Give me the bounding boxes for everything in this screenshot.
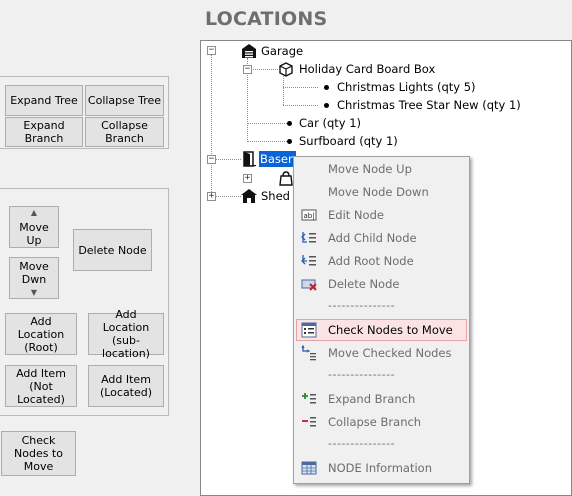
delete-node-button[interactable]: Delete Node — [73, 229, 152, 271]
menu-item-move-checked-nodes[interactable]: Move Checked Nodes — [296, 342, 467, 364]
bullet-icon — [324, 85, 329, 90]
menu-separator: --------------- — [328, 299, 396, 312]
move-up-button[interactable]: ▲ Move Up — [9, 206, 59, 248]
bullet-icon — [287, 139, 292, 144]
collapse-toggle[interactable]: − — [207, 155, 216, 164]
tree-line — [215, 196, 241, 197]
tree-node-basement[interactable]: Basen — [259, 151, 297, 167]
delete-node-icon — [301, 279, 317, 291]
context-menu: Move Node Up Move Node Down ab| Edit Nod… — [293, 156, 470, 484]
tree-line — [283, 87, 318, 88]
move-up-label: Move Up — [19, 220, 49, 247]
menu-item-collapse-branch[interactable]: Collapse Branch — [296, 411, 467, 433]
collapse-branch-button[interactable]: Collapse Branch — [85, 117, 164, 147]
menu-item-expand-branch[interactable]: Expand Branch — [296, 388, 467, 410]
tree-line — [283, 105, 318, 106]
menu-separator: --------------- — [328, 437, 396, 450]
svg-text:ab|: ab| — [304, 212, 315, 220]
tree-line — [247, 141, 287, 142]
tree-line — [211, 55, 212, 196]
add-item-not-located-button[interactable]: Add Item (Not Located) — [5, 365, 77, 407]
collapse-branch-icon — [302, 417, 316, 427]
bullet-icon — [287, 121, 292, 126]
tree-line — [251, 69, 278, 70]
door-icon — [243, 151, 256, 167]
tree-node-car[interactable]: Car (qty 1) — [299, 115, 361, 131]
check-nodes-to-move-button[interactable]: Check Nodes to Move — [1, 431, 76, 476]
collapse-toggle[interactable]: − — [207, 46, 216, 55]
edit-text-icon: ab| — [301, 209, 317, 221]
add-child-icon — [301, 232, 316, 243]
menu-item-add-child-node[interactable]: Add Child Node — [296, 227, 467, 249]
page-title: LOCATIONS — [205, 8, 328, 30]
tree-node-christmas-star[interactable]: Christmas Tree Star New (qty 1) — [337, 97, 521, 113]
tree-line — [283, 74, 284, 105]
expand-branch-icon — [302, 393, 316, 404]
box-icon — [279, 62, 293, 77]
checklist-icon — [301, 322, 317, 338]
move-down-button[interactable]: Move Dwn ▼ — [9, 257, 59, 299]
bag-icon — [279, 171, 293, 186]
tree-line — [247, 123, 287, 124]
add-item-located-button[interactable]: Add Item (Located) — [88, 365, 164, 407]
expand-branch-button[interactable]: Expand Branch — [5, 117, 83, 147]
menu-item-move-node-up[interactable]: Move Node Up — [296, 158, 467, 180]
menu-item-delete-node[interactable]: Delete Node — [296, 273, 467, 295]
tree-line — [215, 159, 241, 160]
menu-item-edit-node[interactable]: ab| Edit Node — [296, 204, 467, 226]
tree-node-garage[interactable]: Garage — [261, 43, 303, 59]
arrow-up-icon: ▲ — [30, 207, 38, 217]
garage-icon — [242, 44, 256, 58]
add-location-sub-button[interactable]: Add Location (sub-location) — [88, 308, 164, 360]
table-info-icon — [301, 461, 317, 475]
menu-item-node-information[interactable]: NODE Information — [296, 457, 467, 479]
add-root-icon — [301, 255, 316, 266]
tree-node-shed[interactable]: Shed — [261, 188, 290, 204]
bullet-icon — [324, 103, 329, 108]
shed-icon — [241, 189, 257, 203]
menu-separator: --------------- — [328, 368, 396, 381]
move-checked-icon — [301, 345, 316, 361]
collapse-tree-button[interactable]: Collapse Tree — [85, 85, 164, 116]
arrow-down-icon: ▼ — [30, 287, 38, 297]
expand-tree-button[interactable]: Expand Tree — [5, 85, 83, 116]
expand-toggle[interactable]: + — [207, 192, 216, 201]
collapse-toggle[interactable]: − — [243, 65, 252, 74]
expand-toggle[interactable]: + — [243, 174, 252, 183]
menu-item-check-nodes-to-move[interactable]: Check Nodes to Move — [296, 319, 467, 341]
move-down-label: Move Dwn — [19, 259, 49, 286]
menu-item-add-root-node[interactable]: Add Root Node — [296, 250, 467, 272]
tree-node-holiday-box[interactable]: Holiday Card Board Box — [299, 61, 435, 77]
tree-node-surfboard[interactable]: Surfboard (qty 1) — [299, 133, 398, 149]
menu-item-move-node-down[interactable]: Move Node Down — [296, 181, 467, 203]
add-location-root-button[interactable]: Add Location (Root) — [5, 313, 77, 355]
tree-node-christmas-lights[interactable]: Christmas Lights (qty 5) — [337, 79, 476, 95]
